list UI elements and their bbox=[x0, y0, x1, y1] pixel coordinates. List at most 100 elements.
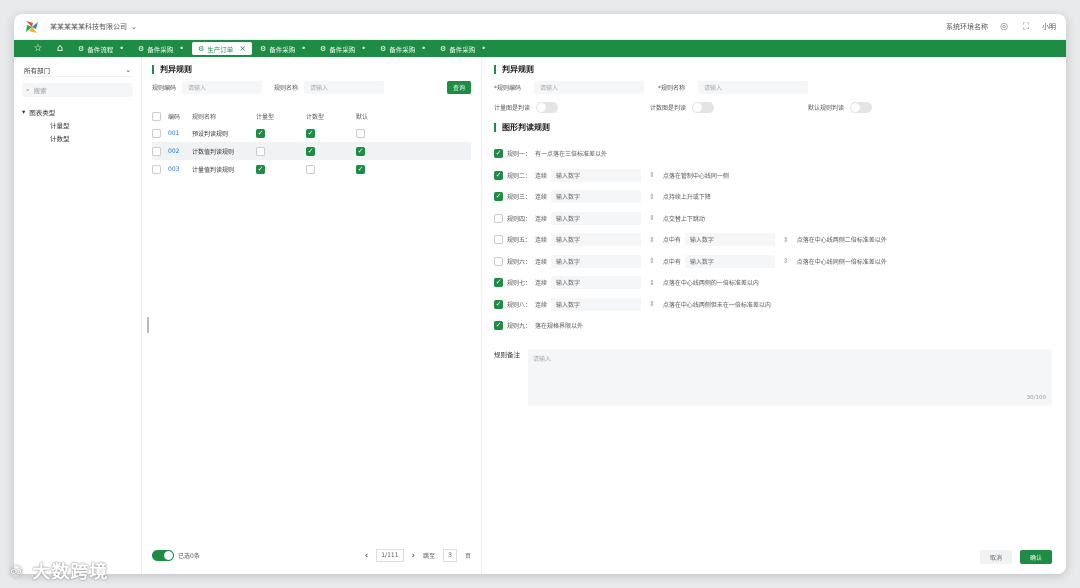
table-row[interactable]: 001 预设判读规则 ✓ ✓ bbox=[152, 124, 471, 142]
tab-5[interactable]: ⚙ 备件采购 • bbox=[374, 42, 432, 55]
next-page-icon[interactable]: › bbox=[412, 551, 416, 561]
checkbox[interactable]: ✓ bbox=[256, 164, 265, 174]
stepper-icon[interactable]: ⇕ bbox=[783, 236, 789, 244]
rule-table: 编码 规则名称 计量型 计数型 默认 001 预设判读规则 ✓ ✓ 002 计数值… bbox=[152, 108, 471, 178]
rule-number-input[interactable]: 输入数字 bbox=[551, 168, 642, 182]
row-code[interactable]: 003 bbox=[168, 160, 192, 178]
close-icon[interactable]: • bbox=[481, 44, 486, 53]
tab-6[interactable]: ⚙ 备件采购 • bbox=[434, 42, 492, 55]
table-row[interactable]: 002 计数值判读规则 ✓ ✓ bbox=[152, 142, 471, 160]
rule-number-input[interactable]: 输入数字 bbox=[551, 276, 642, 290]
home-icon[interactable]: ⌂ bbox=[50, 43, 70, 54]
rule-checkbox[interactable] bbox=[494, 256, 503, 266]
row-code[interactable]: 002 bbox=[168, 142, 192, 160]
company-selector[interactable]: 某某某某某科技有限公司 ⌄ bbox=[50, 22, 137, 32]
tab-3[interactable]: ⚙ 备件采购 • bbox=[254, 42, 312, 55]
rule-checkbox[interactable] bbox=[494, 213, 503, 223]
tab-label: 备件采购 bbox=[449, 45, 476, 54]
stepper-icon[interactable]: ⇕ bbox=[649, 236, 655, 244]
selected-toggle[interactable] bbox=[152, 550, 174, 561]
rule-number-input[interactable]: 输入数字 bbox=[684, 233, 775, 247]
stepper-icon[interactable]: ⇕ bbox=[649, 171, 655, 179]
dept-value: 所有部门 bbox=[24, 66, 50, 75]
cancel-button[interactable]: 取消 bbox=[979, 550, 1012, 564]
rule-checkbox[interactable]: ✓ bbox=[494, 149, 503, 159]
select-all-checkbox[interactable] bbox=[152, 111, 161, 121]
rule-mid: 点落在中心线两侧的一倍标准差以内 bbox=[662, 280, 759, 288]
checkbox[interactable] bbox=[152, 146, 161, 156]
checkbox[interactable] bbox=[356, 128, 365, 138]
tab-label: 备件流程 bbox=[87, 45, 114, 54]
tab-0[interactable]: ⚙ 备件流程 • bbox=[72, 42, 130, 55]
confirm-button[interactable]: 确认 bbox=[1019, 550, 1052, 564]
rule-checkbox[interactable]: ✓ bbox=[494, 321, 503, 331]
stepper-icon[interactable]: ⇕ bbox=[649, 214, 655, 222]
rule-checkbox[interactable]: ✓ bbox=[494, 170, 503, 180]
checkbox[interactable]: ✓ bbox=[356, 146, 365, 156]
checkbox[interactable]: ✓ bbox=[306, 146, 315, 156]
rule-checkbox[interactable] bbox=[494, 235, 503, 245]
stepper-icon[interactable]: ⇕ bbox=[783, 257, 789, 265]
checkbox[interactable]: ✓ bbox=[356, 164, 365, 174]
tab-2[interactable]: ⚙ 生产订单 × bbox=[192, 42, 252, 55]
row-code[interactable]: 001 bbox=[168, 124, 192, 142]
fullscreen-icon[interactable]: ⛶ bbox=[1020, 21, 1032, 33]
measure-switch[interactable] bbox=[536, 102, 559, 113]
tree-node[interactable]: 计量型 bbox=[22, 118, 133, 131]
search-input[interactable]: ⌕ 搜索 bbox=[22, 83, 133, 97]
watermark-text: 大数跨境 bbox=[32, 562, 109, 583]
close-icon[interactable]: • bbox=[421, 44, 426, 53]
rule-checkbox[interactable]: ✓ bbox=[494, 299, 503, 309]
checkbox[interactable] bbox=[306, 164, 315, 174]
close-icon[interactable]: • bbox=[119, 44, 124, 53]
filter-name-input[interactable]: 请输入 bbox=[304, 81, 385, 94]
rule-number-input[interactable]: 输入数字 bbox=[551, 233, 642, 247]
checkbox[interactable] bbox=[256, 146, 265, 156]
tab-4[interactable]: ⚙ 备件采购 • bbox=[314, 42, 372, 55]
jump-input[interactable]: 3 bbox=[443, 549, 457, 562]
remark-textarea[interactable]: 请输入 30/100 bbox=[528, 348, 1052, 406]
placeholder: 输入数字 bbox=[689, 258, 714, 266]
close-icon[interactable]: • bbox=[361, 44, 366, 53]
rule-number-input[interactable]: 输入数字 bbox=[684, 254, 775, 268]
checkbox[interactable] bbox=[152, 128, 161, 138]
checkbox[interactable]: ✓ bbox=[306, 128, 315, 138]
section-title-text: 判异规则 bbox=[160, 64, 192, 74]
rule-item: ✓ 规则二： 连续 输入数字 ⇕ 点落在管制中心线同一侧 bbox=[494, 165, 1052, 187]
rule-number-input[interactable]: 输入数字 bbox=[551, 211, 642, 225]
table-row[interactable]: 003 计量值判读规则 ✓ ✓ bbox=[152, 160, 471, 178]
stepper-icon[interactable]: ⇕ bbox=[649, 257, 655, 265]
filter-code-input[interactable]: 请输入 bbox=[182, 81, 263, 94]
close-icon[interactable]: × bbox=[239, 44, 246, 53]
close-icon[interactable]: • bbox=[301, 44, 306, 53]
tab-1[interactable]: ⚙ 备件采购 • bbox=[132, 42, 190, 55]
rule-checkbox[interactable]: ✓ bbox=[494, 278, 503, 288]
name-input[interactable]: 请输入 bbox=[698, 81, 808, 94]
tree-node[interactable]: 计数型 bbox=[22, 131, 133, 144]
placeholder: 输入数字 bbox=[689, 237, 714, 245]
rule-number-input[interactable]: 输入数字 bbox=[551, 190, 642, 204]
rule-number-input[interactable]: 输入数字 bbox=[551, 297, 642, 311]
star-icon[interactable]: ☆ bbox=[28, 43, 48, 54]
user-name[interactable]: 小明 bbox=[1042, 22, 1056, 32]
top-bar: 某某某某某科技有限公司 ⌄ 系统环境名称 ◎ ⛶ 小明 bbox=[14, 14, 1066, 40]
count-switch[interactable] bbox=[692, 102, 715, 113]
query-button[interactable]: 查询 bbox=[446, 81, 471, 94]
stepper-icon[interactable]: ⇕ bbox=[649, 279, 655, 287]
close-icon[interactable]: • bbox=[179, 44, 184, 53]
tree-node-root[interactable]: ▾ 图表类型 bbox=[22, 105, 133, 118]
code-input[interactable]: 请输入 bbox=[534, 81, 644, 94]
rule-checkbox[interactable]: ✓ bbox=[494, 192, 503, 202]
chat-icon[interactable]: ◎ bbox=[998, 21, 1010, 33]
stepper-icon[interactable]: ⇕ bbox=[649, 193, 655, 201]
dept-select[interactable]: 所有部门 ⌄ bbox=[22, 63, 133, 77]
rule-number-input[interactable]: 输入数字 bbox=[551, 254, 642, 268]
name-label: *规则名称 bbox=[658, 85, 686, 92]
default-switch[interactable] bbox=[850, 102, 873, 113]
checkbox[interactable] bbox=[152, 164, 161, 174]
stepper-icon[interactable]: ⇕ bbox=[649, 300, 655, 308]
col-header: 编码 bbox=[168, 113, 181, 121]
prev-page-icon[interactable]: ‹ bbox=[365, 551, 369, 561]
checkbox[interactable]: ✓ bbox=[256, 128, 265, 138]
col-header: 默认 bbox=[356, 113, 369, 121]
